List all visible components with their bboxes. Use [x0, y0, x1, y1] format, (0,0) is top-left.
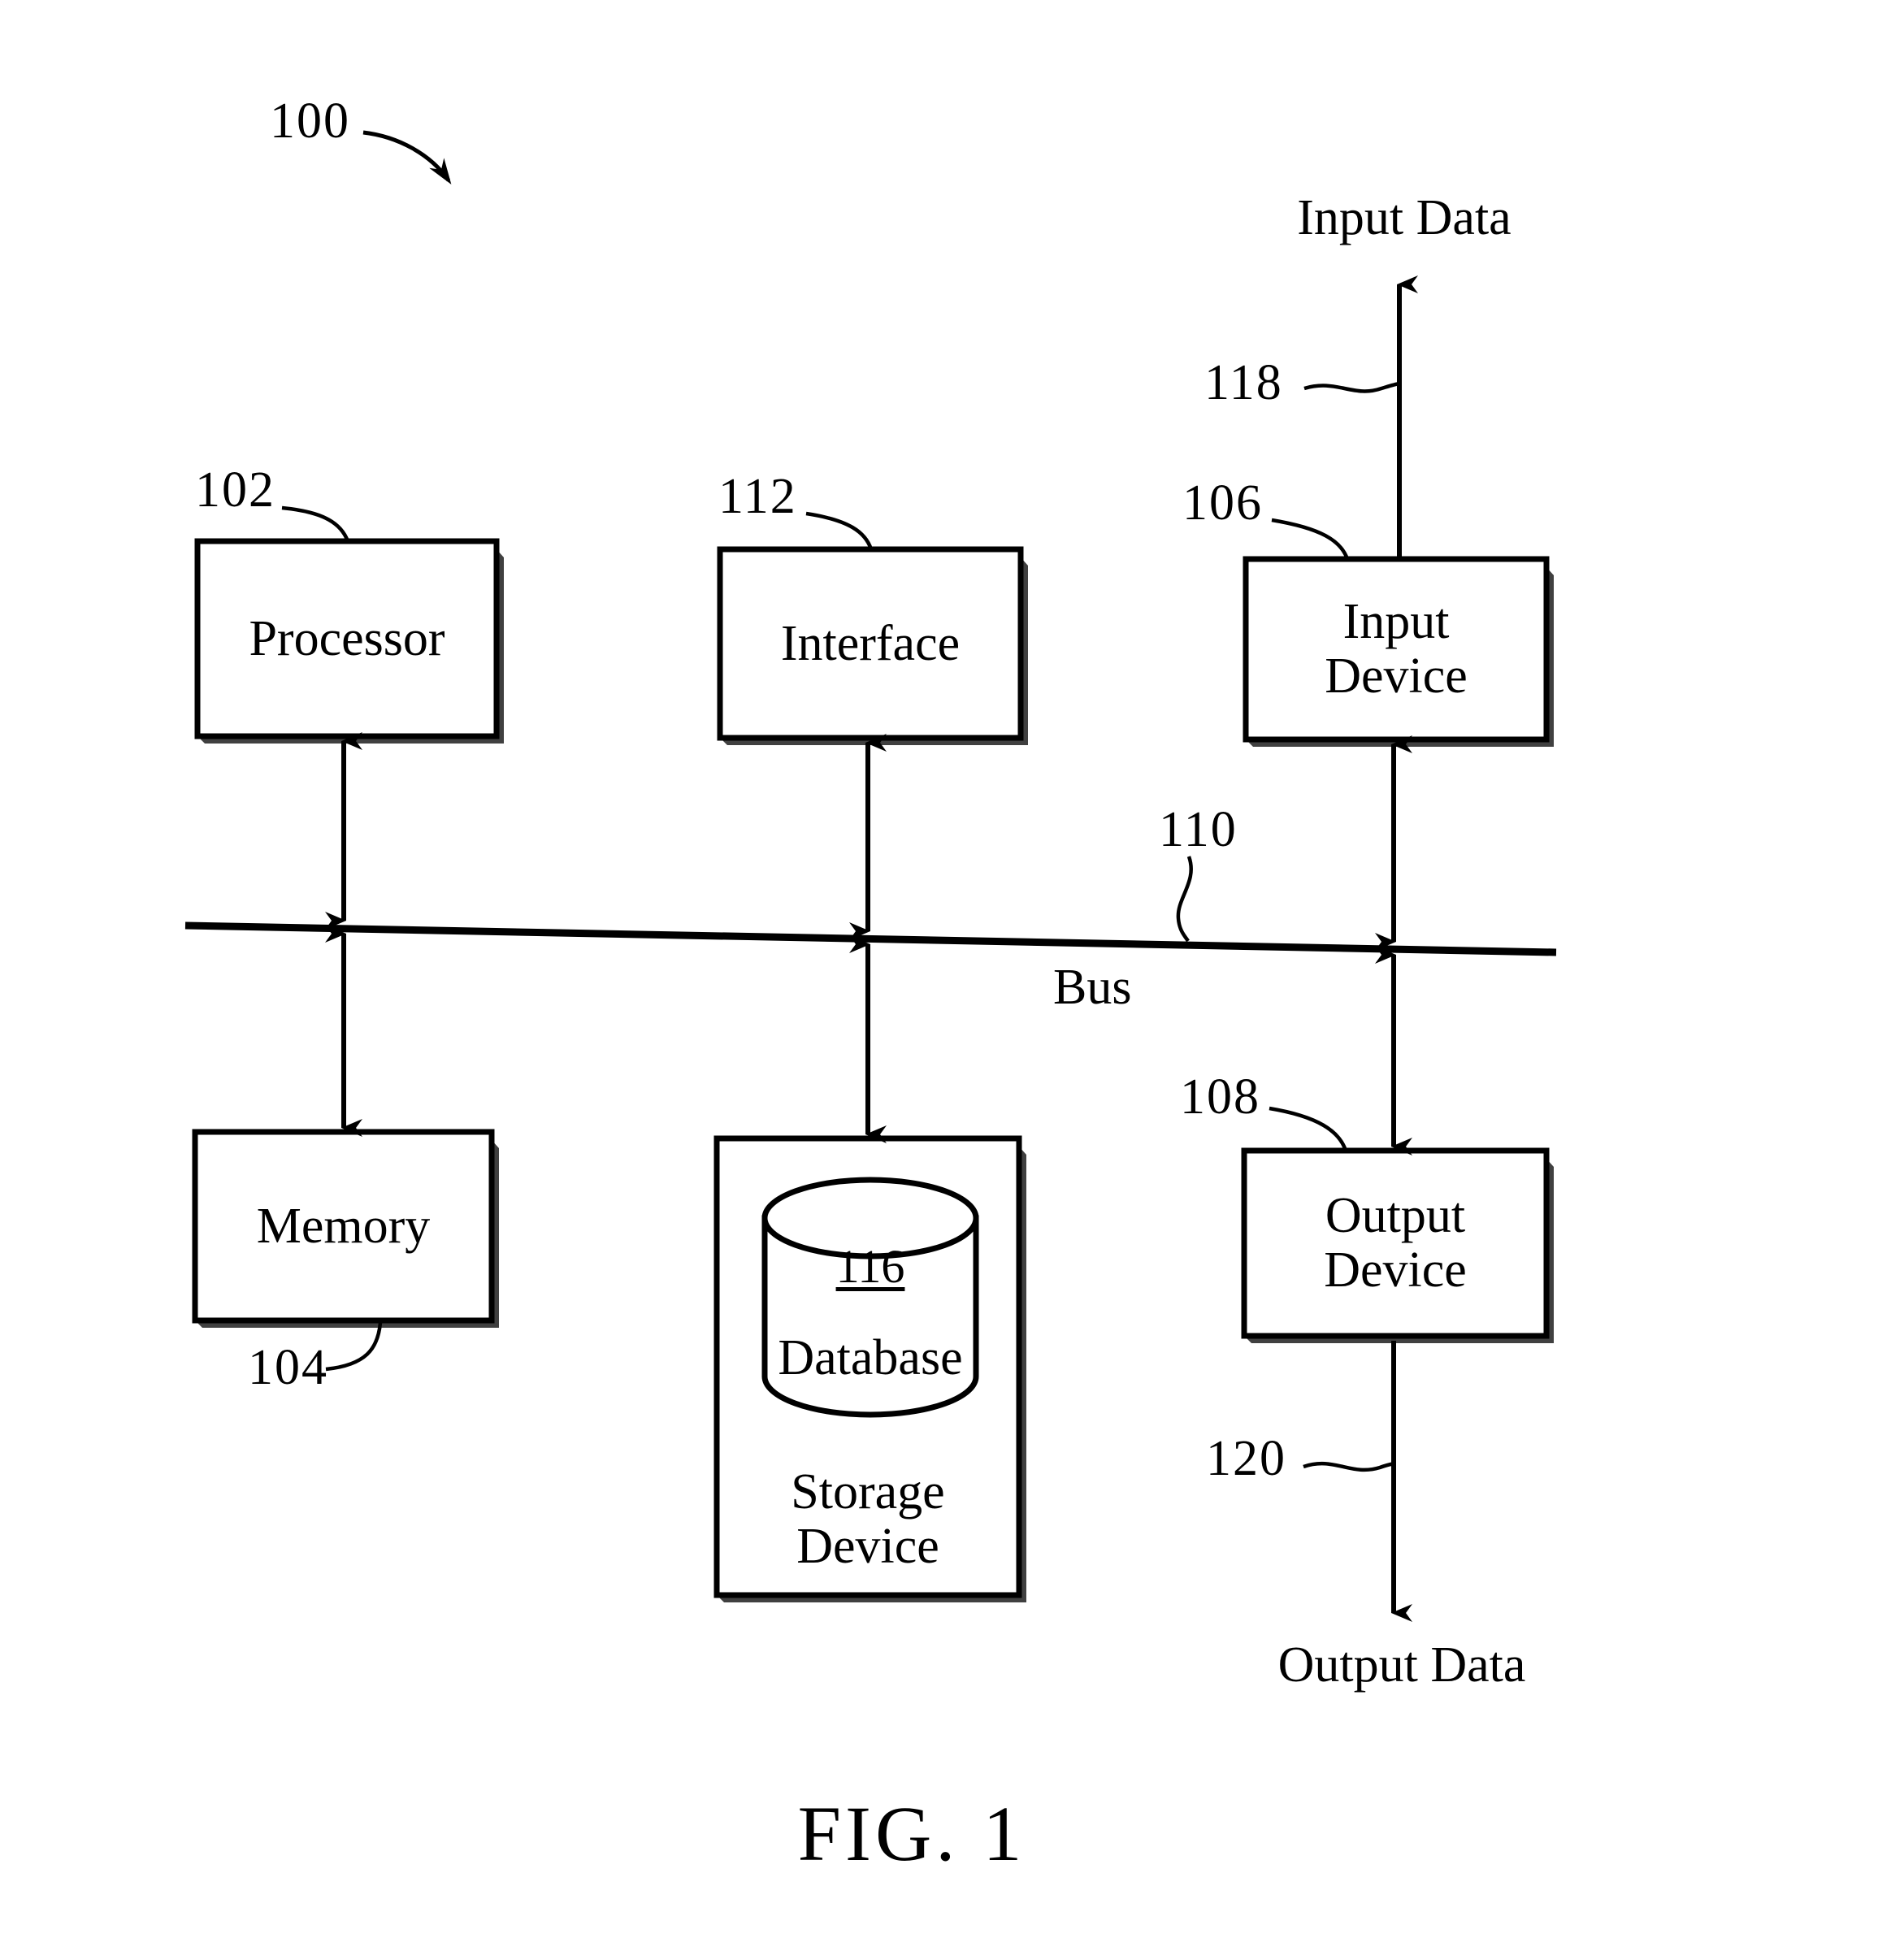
output-device-label-line1: Output: [1325, 1188, 1466, 1244]
output-device-label-line2: Device: [1324, 1242, 1467, 1298]
ref-number-database: 116: [835, 1240, 905, 1293]
bus-line: [184, 921, 1557, 956]
bus-ref-leader: [1176, 856, 1193, 943]
memory-label: Memory: [256, 1198, 431, 1254]
input-device-label-line2: Device: [1325, 648, 1468, 704]
ref-number-processor: 102: [195, 462, 275, 518]
storage-device-label-wrap: Storage Device: [717, 1450, 1019, 1589]
input-device-ref-leader: [1271, 518, 1350, 560]
database-label: Database: [778, 1330, 963, 1385]
patent-figure-page: 100 Input Data 118 102 112 106 Processor…: [0, 0, 1904, 1938]
output-data-ref-leader: [1303, 1461, 1395, 1472]
storage-device-label-line2: Device: [796, 1519, 939, 1574]
memory-label-wrap: Memory: [195, 1132, 492, 1320]
processor-ref-leader: [281, 505, 350, 542]
output-data-label: Output Data: [1277, 1637, 1526, 1693]
ref-number-output-device: 108: [1180, 1069, 1260, 1125]
output-device-ref-leader: [1269, 1106, 1348, 1151]
processor-label: Processor: [249, 610, 445, 666]
input-data-label: Input Data: [1297, 190, 1511, 245]
input-device-label-wrap: Input Device: [1246, 559, 1546, 739]
output-device-label-wrap: Output Device: [1244, 1151, 1546, 1336]
interface-label: Interface: [780, 615, 961, 671]
input-data-ref-leader: [1303, 381, 1400, 393]
ref-number-bus: 110: [1159, 802, 1238, 857]
interface-label-wrap: Interface: [720, 549, 1021, 738]
ref-number-system: 100: [270, 93, 350, 149]
processor-label-wrap: Processor: [197, 541, 497, 736]
figure-caption: FIG. 1: [797, 1790, 1026, 1877]
ref-number-memory: 104: [248, 1340, 328, 1395]
input-device-label-line1: Input: [1342, 594, 1450, 650]
ref-number-interface: 112: [718, 469, 797, 524]
memory-ref-leader: [325, 1322, 383, 1372]
ref-number-input-data: 118: [1204, 355, 1283, 410]
ref-number-input-device: 106: [1182, 475, 1263, 531]
ref-number-output-data: 120: [1206, 1431, 1286, 1486]
system-ref-leader: [362, 130, 452, 184]
bus-label: Bus: [1053, 960, 1132, 1015]
storage-device-label-line1: Storage: [791, 1464, 945, 1520]
interface-ref-leader: [805, 511, 874, 550]
